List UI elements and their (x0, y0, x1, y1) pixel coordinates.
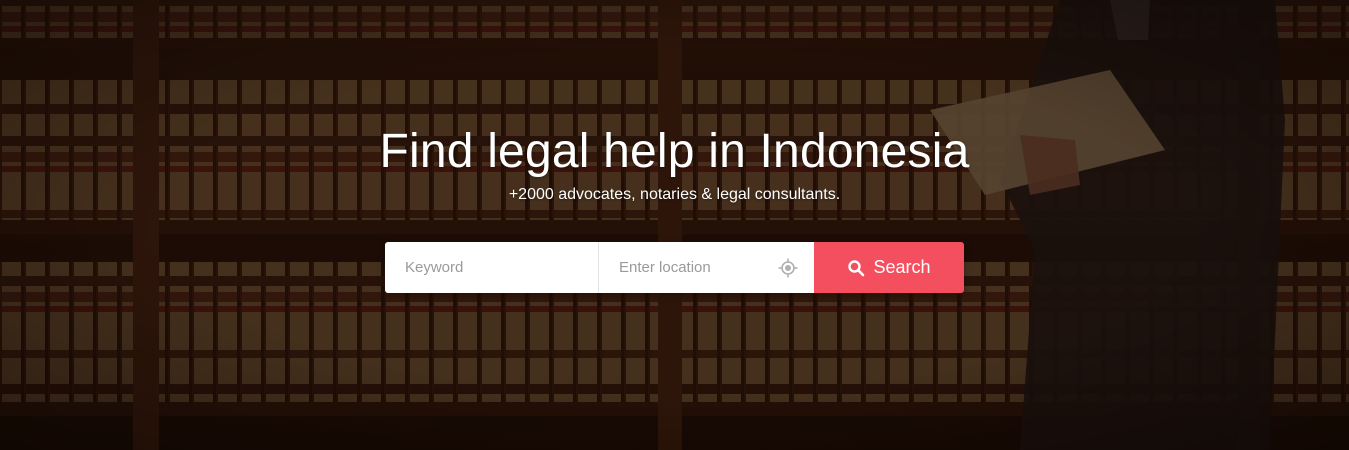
search-icon (847, 259, 865, 277)
search-bar: Search (385, 242, 964, 293)
location-field (599, 242, 814, 293)
search-button-label: Search (873, 257, 931, 277)
hero-content: Find legal help in Indonesia +2000 advoc… (0, 0, 1349, 450)
hero-subtitle: +2000 advocates, notaries & legal consul… (508, 186, 841, 203)
hero-section: Find legal help in Indonesia +2000 advoc… (0, 0, 1349, 450)
hero-title: Find legal help in Indonesia (379, 125, 970, 178)
search-button[interactable]: Search (814, 242, 964, 293)
keyword-field (385, 242, 599, 293)
keyword-input[interactable] (385, 242, 598, 293)
crosshair-icon[interactable] (778, 258, 798, 278)
